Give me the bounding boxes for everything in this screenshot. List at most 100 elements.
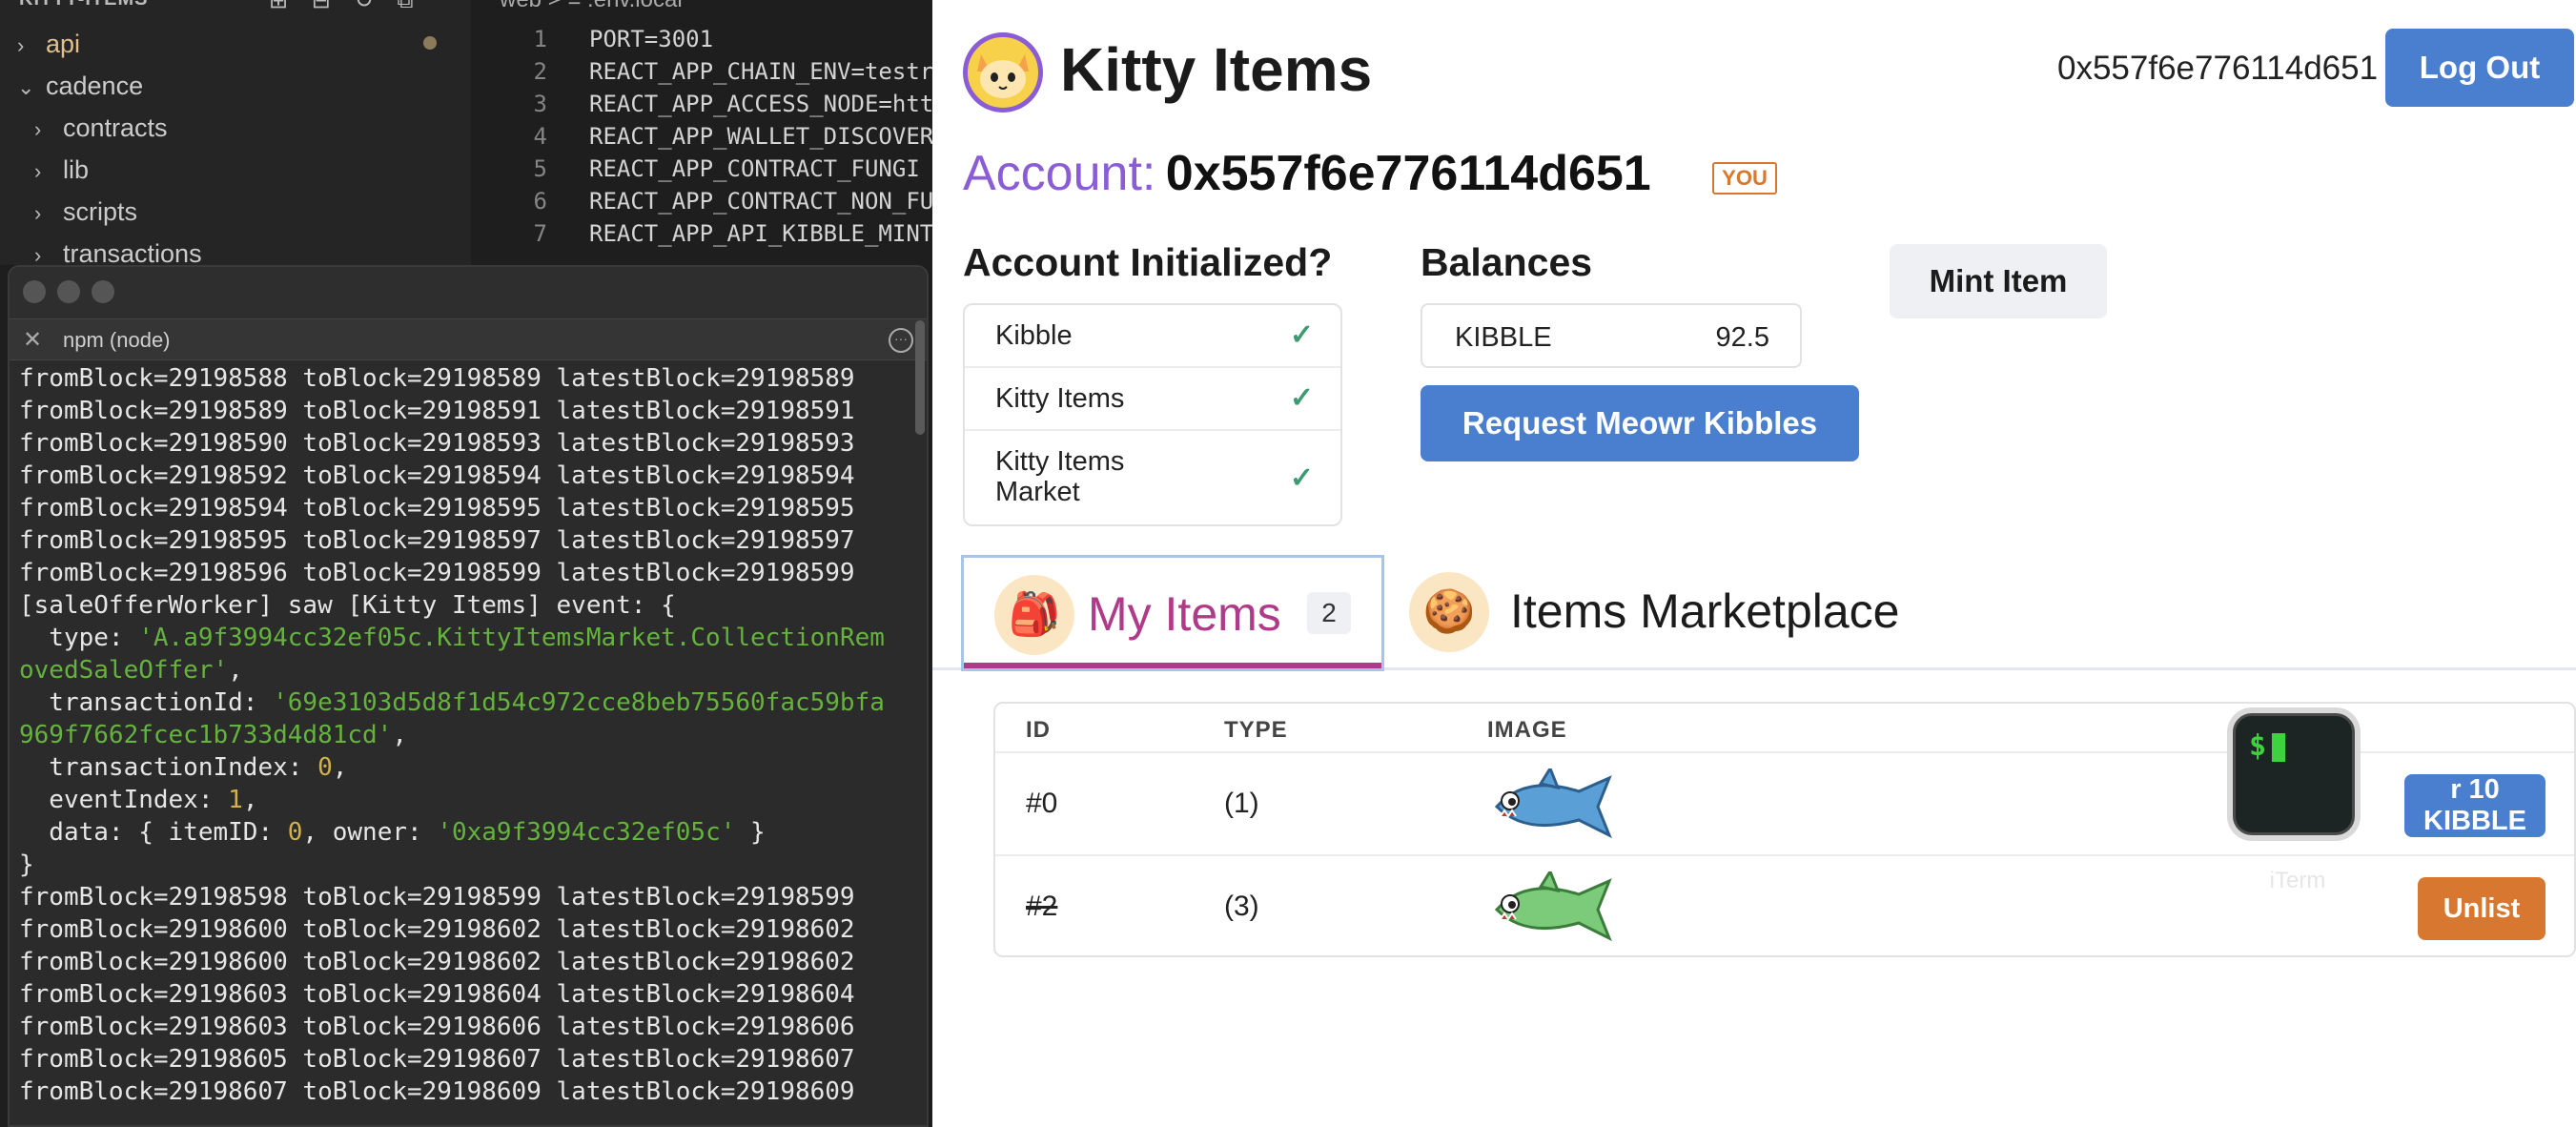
terminal-line: eventIndex: 1, bbox=[19, 786, 258, 814]
terminal-line: fromBlock=29198607 toBlock=29198609 late… bbox=[19, 1077, 855, 1106]
balance-amount: 92.5 bbox=[1715, 322, 1769, 353]
column-header-type: TYPE bbox=[1224, 717, 1288, 743]
item-id: #0 bbox=[1026, 788, 1058, 819]
file-explorer: KITTY-ITEMS ⊞ ⊟ ↻ ⧉ ›api ⌄cadence ›contr… bbox=[0, 0, 471, 268]
breadcrumb[interactable]: web > ≡ .env.local bbox=[500, 0, 683, 13]
item-id: #2 bbox=[1026, 891, 1058, 922]
chevron-right-icon: › bbox=[34, 117, 42, 141]
code-line: 7 REACT_APP_API_KIBBLE_MINT bbox=[533, 220, 932, 247]
list-item: Kitty Items ✓ bbox=[965, 368, 1340, 431]
terminal-window[interactable]: ✕ npm (node) ··· fromBlock=29198588 toBl… bbox=[8, 265, 929, 1127]
tab-label: My Items bbox=[1088, 587, 1281, 641]
iterm-dock-icon[interactable]: $ bbox=[2227, 707, 2361, 841]
terminal-line: fromBlock=29198600 toBlock=29198602 late… bbox=[19, 948, 855, 976]
tree-item-scripts[interactable]: › scripts bbox=[34, 191, 137, 233]
item-count-badge: 2 bbox=[1307, 592, 1351, 634]
more-options-icon[interactable]: ··· bbox=[889, 328, 913, 353]
new-file-icon[interactable]: ⊞ bbox=[269, 0, 288, 13]
terminal-tab[interactable]: ✕ npm (node) ··· bbox=[10, 318, 927, 360]
cookie-icon: 🍪 bbox=[1409, 572, 1489, 652]
terminal-line: fromBlock=29198595 toBlock=29198597 late… bbox=[19, 526, 855, 555]
check-icon: ✓ bbox=[1289, 462, 1314, 494]
collapse-icon[interactable]: ⧉ bbox=[397, 0, 413, 13]
code-line: 1 PORT=3001 bbox=[533, 26, 714, 52]
terminal-line: [saleOfferWorker] saw [Kitty Items] even… bbox=[19, 591, 676, 620]
code-line: 4 REACT_APP_WALLET_DISCOVER bbox=[533, 123, 932, 150]
request-kibbles-button[interactable]: Request Meowr Kibbles bbox=[1421, 385, 1859, 461]
active-tab-indicator bbox=[964, 663, 1381, 668]
terminal-line: fromBlock=29198605 toBlock=29198607 late… bbox=[19, 1045, 855, 1074]
terminal-line: } bbox=[19, 850, 34, 879]
column-header-id: ID bbox=[1026, 717, 1051, 743]
refresh-icon[interactable]: ↻ bbox=[355, 0, 374, 13]
init-label: Kitty Items Market bbox=[995, 446, 1125, 507]
chevron-right-icon: › bbox=[17, 33, 25, 57]
new-folder-icon[interactable]: ⊟ bbox=[312, 0, 331, 13]
terminal-scrollbar[interactable] bbox=[915, 320, 925, 435]
terminal-output: fromBlock=29198588 toBlock=29198589 late… bbox=[19, 362, 915, 1108]
shark-item-image bbox=[1494, 871, 1612, 942]
terminal-line: ovedSaleOffer', bbox=[19, 656, 243, 685]
terminal-line: fromBlock=29198603 toBlock=29198606 late… bbox=[19, 1013, 855, 1041]
terminal-line: fromBlock=29198598 toBlock=29198599 late… bbox=[19, 883, 855, 912]
account-initialized-title: Account Initialized? bbox=[963, 240, 1333, 284]
code-editor-window: KITTY-ITEMS ⊞ ⊟ ↻ ⧉ ›api ⌄cadence ›contr… bbox=[0, 0, 932, 1127]
kitty-items-app: Kitty Items 0x557f6e776114d651 Log Out A… bbox=[932, 0, 2576, 1127]
table-row: #2 (3) Unlist bbox=[995, 854, 2574, 955]
tab-items-marketplace[interactable]: 🍪 Items Marketplace bbox=[1409, 555, 1981, 671]
iterm-dock-label: iTerm bbox=[2269, 868, 2326, 893]
terminal-line: fromBlock=29198596 toBlock=29198599 late… bbox=[19, 559, 855, 587]
you-badge: YOU bbox=[1712, 162, 1777, 195]
shark-item-image bbox=[1494, 768, 1612, 839]
terminal-line: fromBlock=29198590 toBlock=29198593 late… bbox=[19, 429, 855, 458]
check-icon: ✓ bbox=[1289, 382, 1314, 414]
close-window-icon[interactable] bbox=[23, 280, 46, 303]
explorer-actions[interactable]: ⊞ ⊟ ↻ ⧉ bbox=[269, 0, 413, 14]
explorer-title: KITTY-ITEMS bbox=[19, 0, 148, 10]
tree-item-lib[interactable]: › lib bbox=[34, 149, 89, 191]
balances-title: Balances bbox=[1421, 240, 1593, 284]
initialization-list: Kibble ✓ Kitty Items ✓ Kitty Items Marke… bbox=[963, 303, 1342, 526]
unlist-button[interactable]: Unlist bbox=[2418, 877, 2545, 940]
header-wallet-address: 0x557f6e776114d651 bbox=[2057, 50, 2379, 87]
code-line: 5 REACT_APP_CONTRACT_FUNGI bbox=[533, 155, 920, 182]
terminal-titlebar[interactable] bbox=[10, 267, 927, 318]
sell-item-button[interactable]: r 10 KIBBLE bbox=[2404, 774, 2545, 837]
tree-item-cadence[interactable]: ⌄ cadence bbox=[17, 65, 143, 107]
mint-item-button[interactable]: Mint Item bbox=[1890, 244, 2107, 318]
logout-button[interactable]: Log Out bbox=[2385, 29, 2574, 107]
code-line: 2 REACT_APP_CHAIN_ENV=testr bbox=[533, 58, 932, 85]
account-label: Account: bbox=[963, 146, 1156, 201]
account-heading: Account: 0x557f6e776114d651 bbox=[963, 145, 1651, 202]
balance-row: KIBBLE 92.5 bbox=[1421, 303, 1802, 368]
init-label: Kibble bbox=[995, 320, 1073, 351]
terminal-line: fromBlock=29198603 toBlock=29198604 late… bbox=[19, 980, 855, 1009]
terminal-line: data: { itemID: 0, owner: '0xa9f3994cc32… bbox=[19, 818, 766, 847]
code-line: 3 REACT_APP_ACCESS_NODE=htt bbox=[533, 91, 932, 117]
terminal-line: type: 'A.a9f3994cc32ef05c.KittyItemsMark… bbox=[19, 624, 885, 652]
kitty-logo-icon[interactable] bbox=[963, 32, 1043, 113]
close-tab-icon[interactable]: ✕ bbox=[23, 319, 42, 361]
zoom-window-icon[interactable] bbox=[92, 280, 114, 303]
account-address: 0x557f6e776114d651 bbox=[1165, 146, 1651, 201]
minimize-window-icon[interactable] bbox=[57, 280, 80, 303]
tree-item-contracts[interactable]: › contracts bbox=[34, 107, 168, 149]
tab-my-items[interactable]: 🎒 My Items 2 bbox=[961, 555, 1384, 671]
list-item: Kitty Items Market ✓ bbox=[965, 431, 1340, 526]
terminal-line: fromBlock=29198600 toBlock=29198602 late… bbox=[19, 915, 855, 944]
modified-dot-icon bbox=[423, 36, 437, 50]
tab-label: Items Marketplace bbox=[1510, 584, 1900, 638]
code-line: 6 REACT_APP_CONTRACT_NON_FU bbox=[533, 188, 932, 215]
item-type: (3) bbox=[1224, 891, 1259, 922]
chevron-right-icon: › bbox=[34, 159, 42, 183]
app-title[interactable]: Kitty Items bbox=[1060, 34, 1372, 105]
terminal-line: transactionIndex: 0, bbox=[19, 753, 348, 782]
code-editor[interactable]: web > ≡ .env.local 1PORT=3001 2REACT_APP… bbox=[471, 0, 932, 265]
chevron-down-icon: ⌄ bbox=[17, 75, 35, 99]
terminal-tab-title: npm (node) bbox=[63, 328, 171, 352]
tree-item-api[interactable]: › api bbox=[17, 23, 80, 65]
terminal-line: fromBlock=29198588 toBlock=29198589 late… bbox=[19, 364, 855, 393]
item-type: (1) bbox=[1224, 788, 1259, 819]
init-label: Kitty Items bbox=[995, 383, 1125, 414]
terminal-line: fromBlock=29198592 toBlock=29198594 late… bbox=[19, 461, 855, 490]
